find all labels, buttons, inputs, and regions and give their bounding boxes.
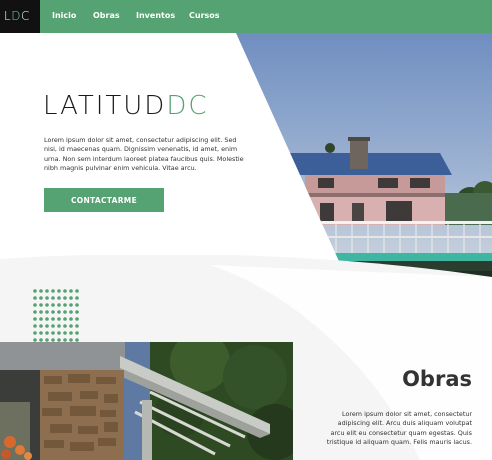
nav-link-obras[interactable]: Obras xyxy=(93,11,120,20)
decorative-dot-grid xyxy=(33,289,79,342)
logo-text: LDC xyxy=(4,9,30,23)
brand-wordmark: LATITUDDC xyxy=(43,91,209,121)
hero-paragraph: Lorem ipsum dolor sit amet, consectetur … xyxy=(44,136,244,172)
obras-heading: Obras xyxy=(402,367,472,391)
obras-paragraph: Lorem ipsum dolor sit amet, consectetur … xyxy=(326,410,472,446)
nav-link-inventos[interactable]: Inventos xyxy=(136,11,175,20)
contact-button[interactable]: CONTACTARME xyxy=(44,188,164,212)
obras-building-photo xyxy=(0,342,293,460)
nav-link-inicio[interactable]: Inicio xyxy=(52,11,76,20)
logo[interactable]: LDC xyxy=(0,0,40,33)
nav-link-cursos[interactable]: Cursos xyxy=(189,11,220,20)
top-nav: LDC Inicio Obras Inventos Cursos xyxy=(0,0,492,33)
